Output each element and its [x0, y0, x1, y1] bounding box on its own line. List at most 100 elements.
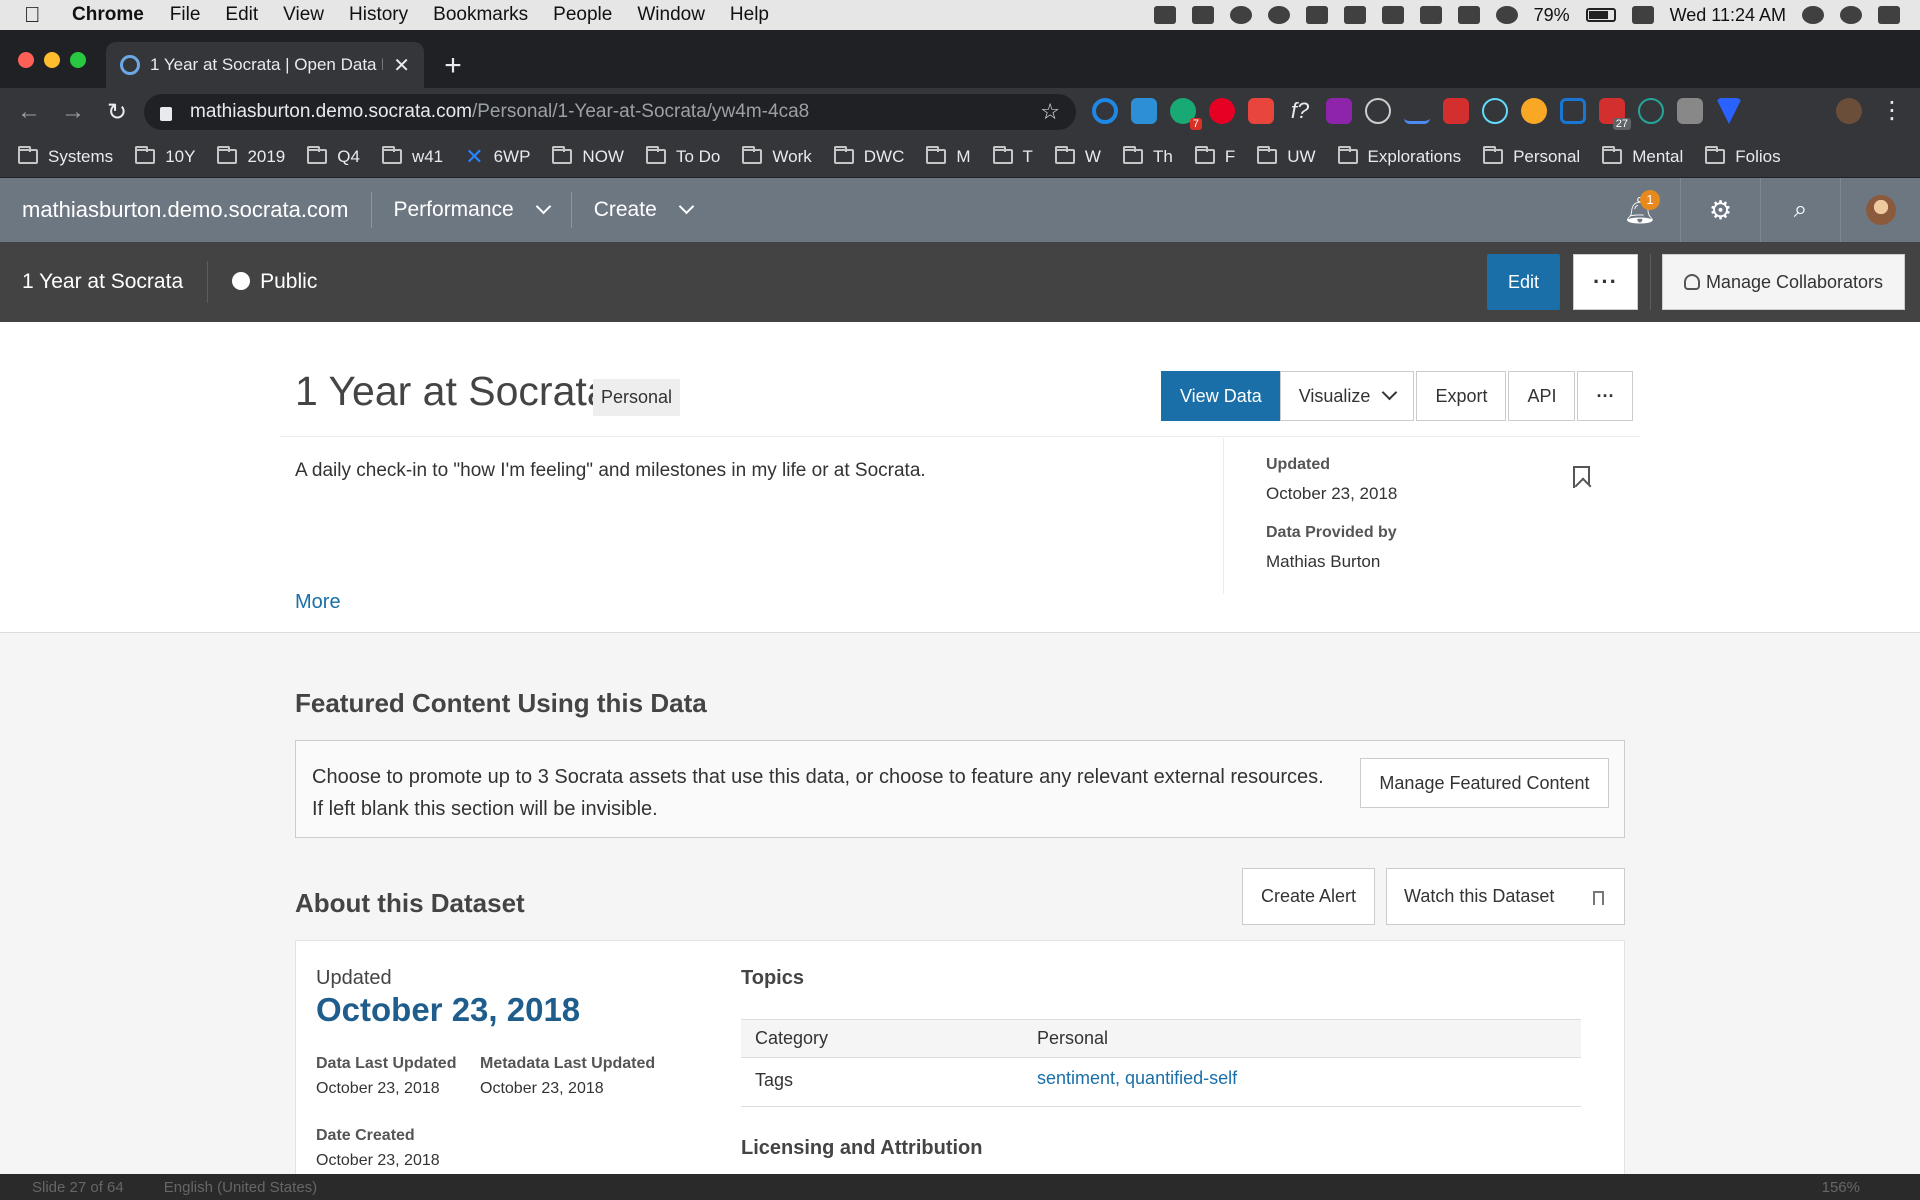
bookmark-folder[interactable]: 2019	[217, 146, 285, 167]
watch-dataset-button[interactable]: Watch this Dataset	[1386, 868, 1625, 925]
edit-button[interactable]: Edit	[1487, 254, 1560, 310]
visibility-status[interactable]: Public	[232, 270, 317, 294]
extension-3-icon[interactable]: 7	[1170, 98, 1202, 130]
bookmark-folder[interactable]: 10Y	[135, 146, 195, 167]
siri-icon[interactable]	[1840, 6, 1862, 24]
dropbox-icon[interactable]	[1153, 6, 1176, 24]
extension-17-icon[interactable]	[1716, 98, 1742, 124]
folder-icon	[135, 146, 156, 164]
nav-create[interactable]: Create	[594, 198, 695, 222]
close-tab-icon[interactable]: ✕	[393, 53, 410, 78]
airplay-icon[interactable]	[1419, 6, 1442, 24]
tags-links[interactable]: sentiment, quantified-self	[1037, 1068, 1237, 1089]
camera-icon[interactable]	[1677, 98, 1703, 124]
menu-help[interactable]: Help	[730, 4, 769, 26]
wifi-icon[interactable]	[1495, 6, 1518, 24]
formula-icon[interactable]: f?	[1287, 98, 1313, 124]
bookmark-status-icon[interactable]	[1191, 6, 1214, 24]
menu-people[interactable]: People	[553, 4, 612, 26]
bookmark-folder[interactable]: W	[1054, 146, 1101, 167]
battery-icon[interactable]	[1585, 8, 1616, 22]
bookmark-folder[interactable]: w41	[381, 146, 443, 167]
bookmark-link[interactable]: ✕ 6WP	[465, 144, 530, 170]
settings-button[interactable]: ⚙	[1680, 178, 1760, 242]
extension-1-icon[interactable]	[1092, 98, 1118, 124]
clock[interactable]: Wed 11:24 AM	[1670, 5, 1786, 26]
creative-cloud-icon[interactable]	[1267, 6, 1290, 24]
menu-bookmarks[interactable]: Bookmarks	[433, 4, 528, 26]
more-link[interactable]: More	[295, 591, 341, 614]
menu-edit[interactable]: Edit	[225, 4, 258, 26]
active-tab[interactable]: 1 Year at Socrata | Open Data P ✕	[106, 42, 424, 88]
manage-featured-content-button[interactable]: Manage Featured Content	[1360, 758, 1609, 808]
bookmark-folder[interactable]: Work	[742, 146, 812, 167]
calendar-ext-icon[interactable]: 27	[1599, 98, 1631, 130]
bluetooth-icon[interactable]	[1457, 6, 1480, 24]
extension-5-icon[interactable]	[1248, 98, 1274, 124]
bookmark-folder[interactable]: F	[1194, 146, 1235, 167]
profile-avatar[interactable]	[1836, 98, 1862, 124]
zoom-window-button[interactable]	[70, 52, 86, 68]
trello-icon[interactable]	[1560, 98, 1586, 124]
bi-icon[interactable]	[1343, 6, 1366, 24]
extension-2-icon[interactable]	[1131, 98, 1157, 124]
site-home-link[interactable]: mathiasburton.demo.socrata.com	[22, 197, 349, 223]
minimize-window-button[interactable]	[44, 52, 60, 68]
cloud-upload-icon[interactable]	[1229, 6, 1252, 24]
menu-history[interactable]: History	[349, 4, 408, 26]
bookmark-folder[interactable]: T	[992, 146, 1033, 167]
api-button[interactable]: API	[1508, 371, 1576, 421]
react-devtools-icon[interactable]	[1482, 98, 1508, 124]
new-tab-button[interactable]: +	[438, 51, 468, 82]
bookmark-icon[interactable]	[1573, 466, 1590, 488]
extension-9-icon[interactable]	[1404, 98, 1430, 124]
menu-view[interactable]: View	[283, 4, 324, 26]
extension-10-icon[interactable]	[1443, 98, 1469, 124]
create-alert-button[interactable]: Create Alert	[1242, 868, 1375, 925]
bookmark-folder[interactable]: Explorations	[1337, 146, 1461, 167]
nav-performance[interactable]: Performance	[394, 198, 551, 222]
notifications-button[interactable]: 🔔︎ 1	[1600, 178, 1680, 242]
spotlight-search-icon[interactable]	[1802, 6, 1824, 24]
more-actions-button[interactable]: ···	[1573, 254, 1638, 310]
evernote-icon[interactable]	[1305, 6, 1328, 24]
calendar-icon[interactable]	[1631, 6, 1654, 24]
menu-file[interactable]: File	[170, 4, 201, 26]
lock-icon[interactable]	[160, 107, 172, 121]
bookmark-folder[interactable]: Systems	[18, 146, 113, 167]
search-button[interactable]: ⌕	[1760, 178, 1840, 242]
forward-icon[interactable]: →	[58, 98, 88, 126]
more-hero-actions-button[interactable]: ···	[1577, 371, 1634, 421]
bookmark-folder[interactable]: Folios	[1705, 146, 1781, 167]
bookmark-folder[interactable]: M	[926, 146, 971, 167]
bookmark-folder[interactable]: Personal	[1483, 146, 1580, 167]
visualize-button[interactable]: Visualize	[1279, 371, 1415, 421]
reload-icon[interactable]: ↻	[102, 98, 132, 127]
apple-icon[interactable]: 	[24, 2, 46, 28]
bookmark-folder[interactable]: To Do	[645, 146, 720, 167]
view-data-button[interactable]: View Data	[1161, 371, 1281, 421]
bookmark-star-icon[interactable]: ☆	[1040, 99, 1060, 125]
back-icon[interactable]: ←	[14, 98, 44, 126]
address-bar[interactable]: mathiasburton.demo.socrata.com/Personal/…	[144, 94, 1076, 130]
menu-window[interactable]: Window	[637, 4, 705, 26]
bookmark-folder[interactable]: DWC	[833, 146, 904, 167]
s-icon[interactable]	[1381, 6, 1404, 24]
bookmark-folder[interactable]: Q4	[307, 146, 360, 167]
notification-center-icon[interactable]	[1878, 6, 1900, 24]
manage-collaborators-button[interactable]: Manage Collaborators	[1662, 254, 1905, 310]
pinterest-icon[interactable]	[1209, 98, 1235, 124]
export-button[interactable]: Export	[1416, 371, 1507, 421]
chrome-menu-icon[interactable]: ⋮	[1880, 96, 1904, 125]
extension-12-icon[interactable]	[1521, 98, 1547, 124]
bookmark-folder[interactable]: Mental	[1602, 146, 1683, 167]
bookmark-folder[interactable]: Th	[1122, 146, 1173, 167]
extension-15-icon[interactable]	[1638, 98, 1664, 124]
app-menu-chrome[interactable]: Chrome	[72, 4, 144, 26]
bookmark-folder[interactable]: UW	[1257, 146, 1316, 167]
close-window-button[interactable]	[18, 52, 34, 68]
user-menu-button[interactable]	[1840, 178, 1920, 242]
wordpress-icon[interactable]	[1365, 98, 1391, 124]
extension-7-icon[interactable]	[1326, 98, 1352, 124]
bookmark-folder[interactable]: NOW	[552, 146, 624, 167]
